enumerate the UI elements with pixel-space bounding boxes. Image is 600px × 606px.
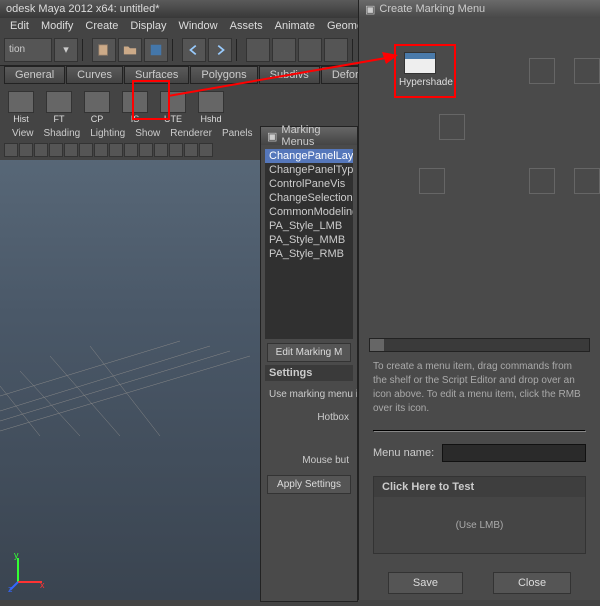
mm-item[interactable]: ControlPaneVis	[265, 177, 353, 191]
menu-animate[interactable]: Animate	[275, 20, 315, 32]
mm-item[interactable]: PA_Style_LMB	[265, 219, 353, 233]
vp-lighting[interactable]: Lighting	[90, 128, 125, 140]
mm-slot[interactable]	[419, 168, 445, 194]
mm-slot[interactable]	[439, 114, 465, 140]
vp-icon[interactable]	[64, 143, 78, 157]
menu-name-label: Menu name:	[373, 447, 434, 459]
mm-item[interactable]: PA_Style_RMB	[265, 247, 353, 261]
vp-icon[interactable]	[79, 143, 93, 157]
viewport-toolbar	[0, 142, 260, 160]
edit-marking-menu-button[interactable]: Edit Marking M	[267, 343, 351, 362]
select-object-icon[interactable]	[272, 38, 296, 62]
mm-slot[interactable]	[529, 58, 555, 84]
vp-icon[interactable]	[49, 143, 63, 157]
mm-item[interactable]: ChangePanelTyp	[265, 163, 353, 177]
open-scene-icon[interactable]	[118, 38, 142, 62]
mm-slot[interactable]	[574, 58, 600, 84]
redo-icon[interactable]	[208, 38, 232, 62]
menu-modify[interactable]: Modify	[41, 20, 73, 32]
instructions-text: To create a menu item, drag commands fro…	[359, 360, 600, 426]
vp-icon[interactable]	[139, 143, 153, 157]
vp-icon[interactable]	[199, 143, 213, 157]
vp-renderer[interactable]: Renderer	[170, 128, 212, 140]
vp-icon[interactable]	[184, 143, 198, 157]
shelf-tab-surfaces[interactable]: Surfaces	[124, 66, 189, 84]
vp-view[interactable]: View	[12, 128, 34, 140]
vp-icon[interactable]	[169, 143, 183, 157]
test-body[interactable]: (Use LMB)	[374, 497, 585, 553]
marking-menus-title[interactable]: ▣Marking Menus	[261, 127, 357, 145]
vp-icon[interactable]	[34, 143, 48, 157]
new-scene-icon[interactable]	[92, 38, 116, 62]
mm-item[interactable]: ChangePanelLay	[265, 149, 353, 163]
apply-settings-button[interactable]: Apply Settings	[267, 475, 351, 494]
marking-menus-list[interactable]: ChangePanelLay ChangePanelTyp ControlPan…	[265, 149, 353, 339]
vp-icon[interactable]	[19, 143, 33, 157]
shelf-ft[interactable]: FT	[42, 88, 76, 124]
hotbox-label: Hotbox	[261, 406, 357, 429]
shelf-hist[interactable]: Hist	[4, 88, 38, 124]
mm-item[interactable]: ChangeSelection	[265, 191, 353, 205]
shelf-cp[interactable]: CP	[80, 88, 114, 124]
mm-slot[interactable]	[529, 168, 555, 194]
svg-text:z: z	[8, 584, 13, 592]
use-mm-label: Use marking menu in	[261, 383, 357, 406]
window-title: odesk Maya 2012 x64: untitled*	[6, 3, 160, 15]
shelf-tab-subdivs[interactable]: Subdivs	[259, 66, 320, 84]
menu-assets[interactable]: Assets	[230, 20, 263, 32]
horizontal-scrollbar[interactable]	[369, 338, 590, 352]
cmm-titlebar[interactable]: ▣Create Marking Menu	[359, 0, 600, 18]
close-button[interactable]: Close	[493, 572, 571, 594]
svg-text:y: y	[14, 552, 19, 560]
hypershade-slot[interactable]: Hypershade	[399, 52, 441, 88]
dropdown-arrow-icon[interactable]: ▾	[54, 38, 78, 62]
svg-text:x: x	[40, 580, 45, 590]
select-component-icon[interactable]	[298, 38, 322, 62]
marking-menus-panel: ▣Marking Menus ChangePanelLay ChangePane…	[260, 126, 358, 602]
vp-icon[interactable]	[109, 143, 123, 157]
mm-item[interactable]: CommonModeling	[265, 205, 353, 219]
mode-dropdown[interactable]: tion	[4, 38, 52, 62]
vp-icon[interactable]	[154, 143, 168, 157]
shelf-hshd[interactable]: Hshd	[194, 88, 228, 124]
menu-create[interactable]: Create	[85, 20, 118, 32]
axis-gizmo-icon: y x z	[8, 552, 48, 592]
create-marking-menu-window: ▣Create Marking Menu Hypershade To creat…	[358, 0, 600, 600]
save-scene-icon[interactable]	[144, 38, 168, 62]
vp-icon[interactable]	[4, 143, 18, 157]
undo-icon[interactable]	[182, 38, 206, 62]
vp-panels[interactable]: Panels	[222, 128, 253, 140]
test-header: Click Here to Test	[374, 477, 585, 497]
menu-edit[interactable]: Edit	[10, 20, 29, 32]
hypershade-icon	[404, 52, 436, 74]
mm-item[interactable]: PA_Style_MMB	[265, 233, 353, 247]
snap-grid-icon[interactable]	[324, 38, 348, 62]
vp-show[interactable]: Show	[135, 128, 160, 140]
settings-header: Settings	[265, 365, 353, 381]
vp-shading[interactable]: Shading	[44, 128, 81, 140]
mm-slot[interactable]	[574, 168, 600, 194]
viewport[interactable]: View Shading Lighting Show Renderer Pane…	[0, 126, 260, 600]
shelf-ute[interactable]: UTE	[156, 88, 190, 124]
save-button[interactable]: Save	[388, 572, 463, 594]
perspective-grid	[0, 326, 260, 446]
shelf-tab-polygons[interactable]: Polygons	[190, 66, 257, 84]
test-area[interactable]: Click Here to Test (Use LMB)	[373, 476, 586, 554]
viewport-menubar: View Shading Lighting Show Renderer Pane…	[0, 126, 260, 142]
mouse-button-label: Mouse but	[261, 449, 357, 472]
vp-icon[interactable]	[124, 143, 138, 157]
menu-window[interactable]: Window	[178, 20, 217, 32]
cmm-slot-grid: Hypershade	[359, 18, 600, 338]
select-hierarchy-icon[interactable]	[246, 38, 270, 62]
shelf-tab-curves[interactable]: Curves	[66, 66, 123, 84]
shelf-is[interactable]: IS	[118, 88, 152, 124]
vp-icon[interactable]	[94, 143, 108, 157]
menu-name-input[interactable]	[442, 444, 586, 462]
hypershade-label: Hypershade	[399, 77, 441, 88]
menu-display[interactable]: Display	[130, 20, 166, 32]
shelf-tab-general[interactable]: General	[4, 66, 65, 84]
